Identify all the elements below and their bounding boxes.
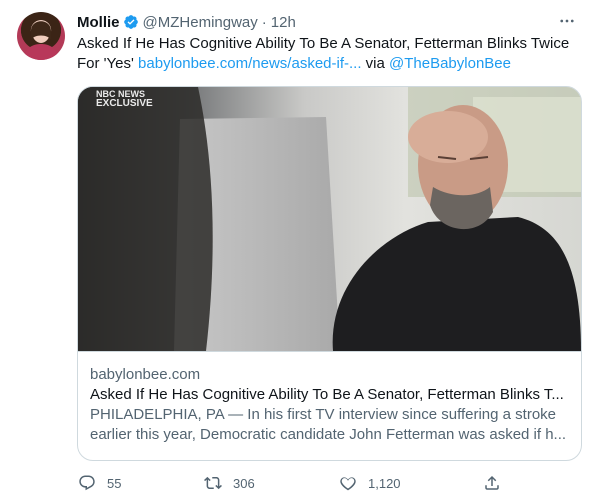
retweet-button[interactable]: 306	[204, 474, 255, 492]
separator-dot: ·	[261, 13, 267, 31]
card-domain: babylonbee.com	[90, 366, 201, 383]
tweet-actions: 55 306 1,120	[70, 469, 510, 497]
like-count: 1,120	[368, 475, 401, 491]
article-link[interactable]: babylonbee.com/news/asked-if-...	[138, 55, 361, 72]
reply-count: 55	[107, 475, 122, 491]
retweet-icon	[204, 476, 222, 490]
card-description: PHILADELPHIA, PA — In his first TV inter…	[90, 406, 567, 443]
tweet-header: Mollie @MZHemingway · 12h	[77, 12, 578, 32]
tweet-timestamp[interactable]: 12h	[271, 14, 296, 31]
card-image[interactable]: NBC NEWS EXCLUSIVE	[78, 87, 581, 351]
avatar[interactable]	[17, 12, 65, 60]
tweet-text: Asked If He Has Cognitive Ability To Be …	[77, 34, 582, 74]
retweet-count: 306	[233, 475, 255, 491]
card-meta[interactable]: babylonbee.com Asked If He Has Cognitive…	[78, 351, 581, 460]
verified-badge-icon	[123, 15, 138, 29]
like-icon	[340, 477, 356, 491]
share-button[interactable]	[483, 474, 501, 492]
reply-button[interactable]: 55	[78, 474, 121, 492]
watermark-line2: EXCLUSIVE	[96, 98, 153, 109]
reply-icon	[79, 475, 95, 491]
author-name[interactable]: Mollie	[77, 14, 120, 31]
more-icon[interactable]	[556, 12, 578, 32]
author-handle[interactable]: @MZHemingway	[143, 14, 258, 31]
nbc-watermark: NBC NEWS EXCLUSIVE	[96, 89, 153, 109]
share-icon	[485, 475, 499, 490]
card-title: Asked If He Has Cognitive Ability To Be …	[90, 386, 564, 403]
like-button[interactable]: 1,120	[339, 474, 401, 492]
mention-link[interactable]: @TheBabylonBee	[389, 55, 511, 72]
card-photo	[78, 87, 581, 351]
link-card[interactable]: NBC NEWS EXCLUSIVE babylonbee.com Asked …	[77, 86, 582, 461]
via-text: via	[361, 55, 390, 72]
